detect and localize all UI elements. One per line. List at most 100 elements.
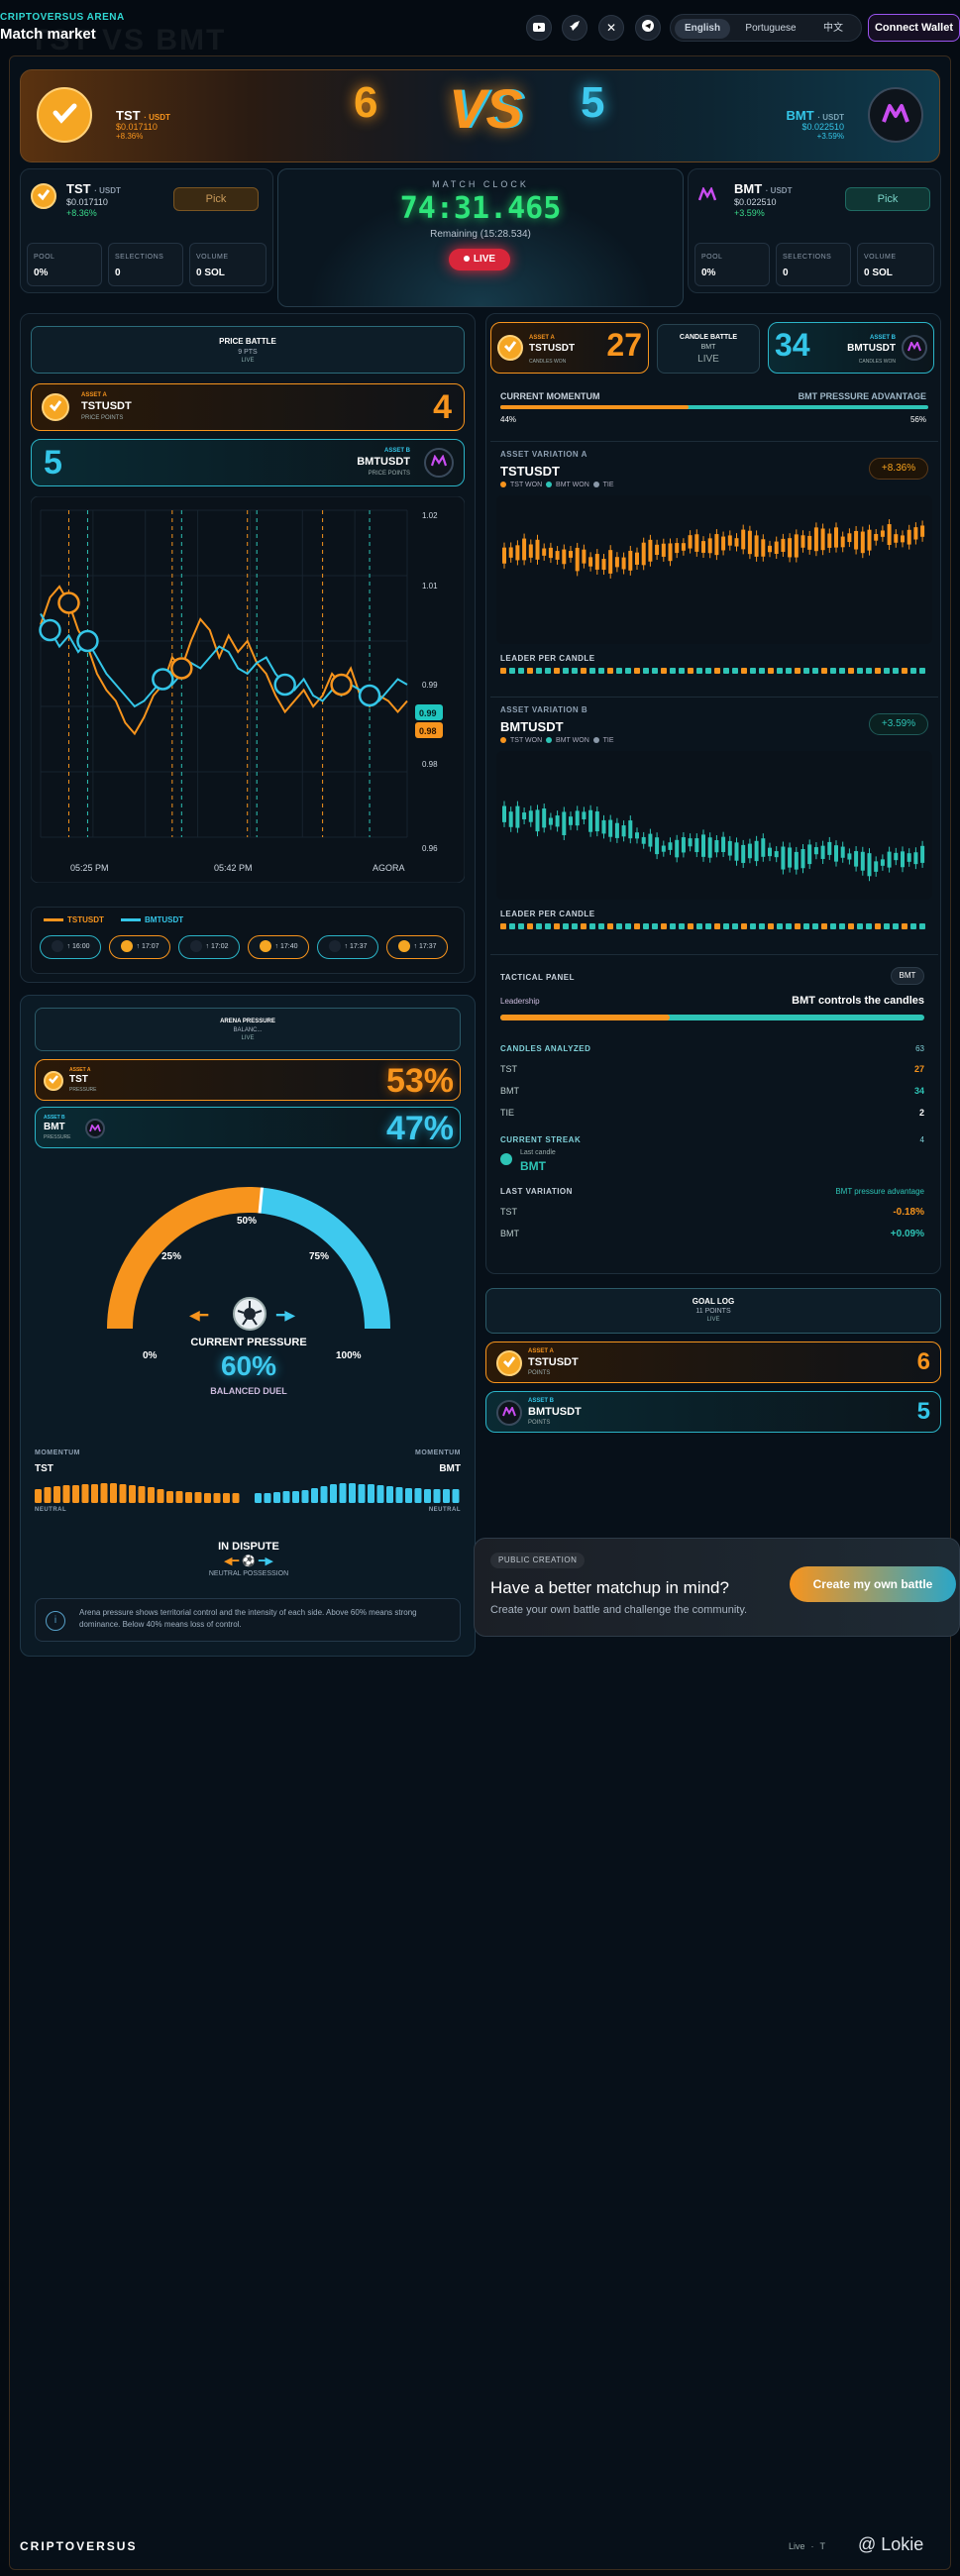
event-pill[interactable]: ↑ 17:37 — [386, 935, 448, 959]
candle-body — [562, 811, 567, 835]
tactical-title: TACTICAL PANEL — [500, 973, 575, 982]
asset-name: TSTUSDT — [528, 1356, 579, 1368]
candle-body — [901, 851, 905, 868]
leader-cell — [714, 923, 720, 929]
leader-strip-a — [500, 668, 925, 674]
bmt-m-icon — [907, 339, 921, 357]
candle-body — [840, 846, 845, 858]
variation-legend: TST WON BMT WON TIE — [500, 737, 614, 744]
leader-cell — [518, 668, 524, 674]
event-time: ↑ 17:37 — [344, 943, 368, 950]
leader-cell — [572, 923, 578, 929]
momentum-bar-a — [166, 1491, 173, 1503]
candle-body — [840, 536, 845, 548]
create-battle-button[interactable]: Create my own battle — [790, 1566, 956, 1602]
event-pill[interactable]: ↑ 17:02 — [178, 935, 240, 959]
score-right: 5 — [581, 78, 605, 127]
candle-body — [860, 851, 865, 871]
youtube-button[interactable] — [526, 15, 552, 41]
candle-body — [800, 535, 805, 548]
rocket-button[interactable] — [562, 15, 587, 41]
bmt-m-icon — [89, 1120, 101, 1137]
lang-portuguese[interactable]: Portuguese — [736, 19, 805, 39]
leader-cell — [563, 668, 569, 674]
candle-body — [701, 541, 705, 553]
momentum-bar-b — [339, 1483, 347, 1503]
candle-body — [688, 535, 693, 549]
lang-chinese[interactable]: 中文 — [809, 19, 857, 39]
check-icon — [36, 186, 52, 207]
candle-body — [807, 535, 812, 550]
price-asset-a-card: ASSET A TSTUSDT PRICE POINTS 4 — [31, 383, 465, 431]
momentum-name-left: TST — [35, 1463, 53, 1474]
event-pill[interactable]: ↑ 16:00 — [40, 935, 101, 959]
x-icon: ✕ — [605, 21, 617, 35]
footer-link[interactable]: T — [820, 2541, 826, 2551]
telegram-button[interactable] — [635, 15, 661, 41]
leader-cell — [598, 668, 604, 674]
candle-body — [907, 853, 911, 862]
soccer-ball-icon — [233, 1297, 267, 1331]
leader-cell — [616, 668, 622, 674]
asset-score: 34 — [775, 327, 810, 363]
leader-cell — [634, 923, 640, 929]
tally-value: 2 — [918, 1108, 924, 1118]
last-candle-value: BMT — [520, 1159, 546, 1173]
leader-cell — [616, 923, 622, 929]
candle-chart-b — [496, 751, 932, 900]
candle-body — [827, 841, 832, 855]
leader-cell — [732, 923, 738, 929]
tst-pick-button[interactable]: Pick — [173, 187, 259, 211]
streak-value: 4 — [919, 1135, 924, 1144]
x-button[interactable]: ✕ — [598, 15, 624, 41]
candle-body — [727, 535, 732, 546]
momentum-bar-b — [349, 1483, 356, 1503]
event-pill[interactable]: ↑ 17:40 — [248, 935, 309, 959]
candle-body — [774, 541, 779, 554]
hdr-right-name: BMT · USDT — [786, 108, 844, 123]
hdr-right-change: +3.59% — [816, 132, 844, 141]
clock-remaining: Remaining (15:28.534) — [430, 229, 531, 240]
end-marker-a: 0.98 — [419, 726, 437, 736]
candle-body — [614, 822, 619, 838]
candle-body — [901, 535, 905, 543]
tst-panel-price: $0.017110 — [66, 197, 108, 207]
candle-body — [641, 542, 646, 566]
leader-cell — [607, 668, 613, 674]
legend-tst: TSTUSDT — [44, 915, 104, 924]
asset-tag: ASSET A — [81, 392, 107, 398]
connect-wallet-button[interactable]: Connect Wallet — [868, 14, 960, 42]
candle-body — [508, 811, 513, 827]
leadership-label: Leadership — [500, 997, 540, 1006]
momentum-bar-b — [424, 1489, 431, 1503]
leader-cell — [759, 923, 765, 929]
event-time: ↑ 16:00 — [66, 943, 90, 950]
footer-link[interactable]: Live — [789, 2541, 805, 2551]
event-marker — [358, 684, 381, 707]
gauge-tick: 75% — [309, 1251, 330, 1262]
event-pill[interactable]: ↑ 17:37 — [317, 935, 378, 959]
end-marker-b: 0.99 — [419, 708, 437, 718]
hdr-right-price: $0.022510 — [801, 122, 844, 132]
tally-value: 27 — [913, 1064, 924, 1074]
candle-body — [668, 842, 673, 850]
bmt-stat-volume: VOLUME 0 SOL — [857, 243, 934, 286]
check-icon — [502, 1354, 516, 1373]
candle-body — [694, 838, 699, 853]
leader-cell — [607, 923, 613, 929]
momentum-bar-a — [81, 1484, 89, 1503]
momentum-bar-a — [100, 1483, 108, 1503]
candle-body — [788, 538, 793, 558]
price-battle-title-box: PRICE BATTLE 9 PTS LIVE — [31, 326, 465, 374]
event-pill[interactable]: ↑ 17:07 — [109, 935, 170, 959]
momentum-bar-a — [148, 1487, 155, 1503]
arena-pressure-panel: ARENA PRESSURE BALANC... LIVE ASSET A TS… — [20, 995, 476, 1657]
asset-tag: ASSET A — [69, 1067, 91, 1073]
dispute-icons: ◀━ ⚽ ━▶ — [21, 1555, 477, 1567]
bmt-pick-button[interactable]: Pick — [845, 187, 930, 211]
candle-body — [913, 527, 918, 540]
lang-english[interactable]: English — [675, 19, 730, 39]
candle-body — [827, 533, 832, 548]
candle-body — [714, 840, 719, 853]
asset-name: BMT — [44, 1122, 65, 1132]
